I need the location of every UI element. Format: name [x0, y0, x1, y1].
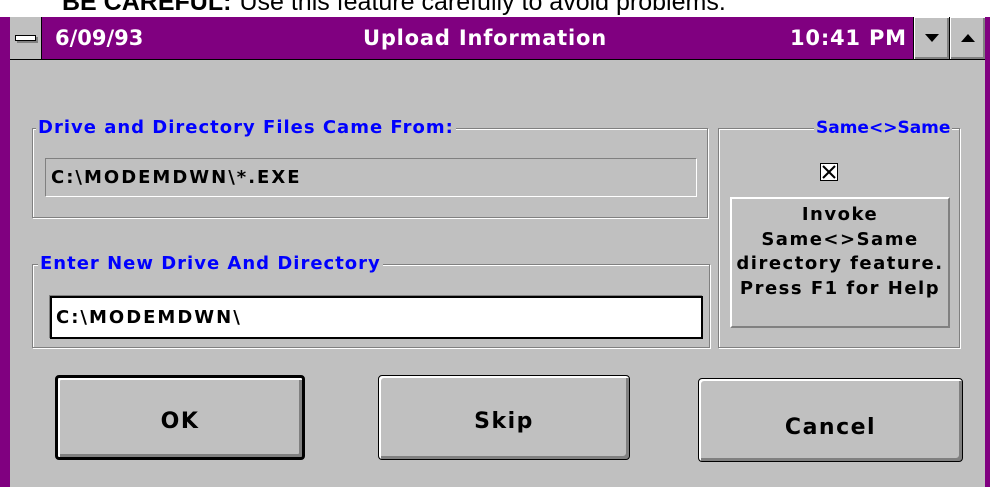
minimize-arrow-icon: [924, 34, 939, 42]
new-directory-input[interactable]: C:\MODEMDWN\: [50, 296, 703, 339]
upload-information-window: 6/09/93 Upload Information 10:41 PM Driv…: [0, 17, 990, 487]
new-directory-group-label: Enter New Drive And Directory: [38, 253, 383, 274]
source-directory-group-label: Drive and Directory Files Came From:: [36, 117, 456, 138]
title-time: 10:41 PM: [790, 26, 907, 50]
check-x-icon: [822, 165, 836, 179]
source-directory-group: Drive and Directory Files Came From: C:\…: [32, 118, 708, 218]
warning-note: BE CAREFUL: Use this feature carefully to…: [62, 0, 726, 15]
dialog-body: Drive and Directory Files Came From: C:\…: [10, 60, 985, 487]
help-line: directory feature.: [736, 253, 944, 274]
window-title: Upload Information: [363, 26, 607, 50]
maximize-arrow-icon: [960, 34, 975, 42]
help-line: Invoke: [801, 204, 879, 225]
minimize-button[interactable]: [913, 17, 949, 59]
same-same-group: Same<>Same Invoke Same<>Same directory f…: [718, 118, 960, 348]
help-line: Same<>Same: [761, 228, 919, 250]
source-directory-value: C:\MODEMDWN\*.EXE: [51, 167, 302, 188]
same-same-group-label: Same<>Same: [814, 118, 953, 138]
source-directory-field: C:\MODEMDWN\*.EXE: [45, 158, 697, 197]
new-directory-value: C:\MODEMDWN\: [56, 307, 242, 328]
warning-note-emphasis: BE CAREFUL:: [62, 0, 232, 16]
same-same-checkbox[interactable]: [820, 163, 838, 181]
title-date: 6/09/93: [55, 26, 144, 50]
ok-button[interactable]: OK: [55, 375, 305, 460]
cancel-button[interactable]: Cancel: [698, 378, 963, 462]
maximize-button[interactable]: [949, 17, 985, 59]
warning-note-text: Use this feature carefully to avoid prob…: [239, 0, 726, 16]
title-bar[interactable]: 6/09/93 Upload Information 10:41 PM: [10, 17, 985, 60]
new-directory-group: Enter New Drive And Directory C:\MODEMDW…: [32, 254, 710, 348]
warning-note-strip: BE CAREFUL: Use this feature carefully to…: [0, 0, 990, 17]
help-line: Press F1 for Help: [739, 277, 941, 299]
skip-button[interactable]: Skip: [378, 375, 630, 460]
system-menu-icon: [15, 35, 36, 41]
system-menu-button[interactable]: [10, 17, 42, 59]
same-same-help-panel: Invoke Same<>Same directory feature. Pre…: [730, 197, 950, 328]
